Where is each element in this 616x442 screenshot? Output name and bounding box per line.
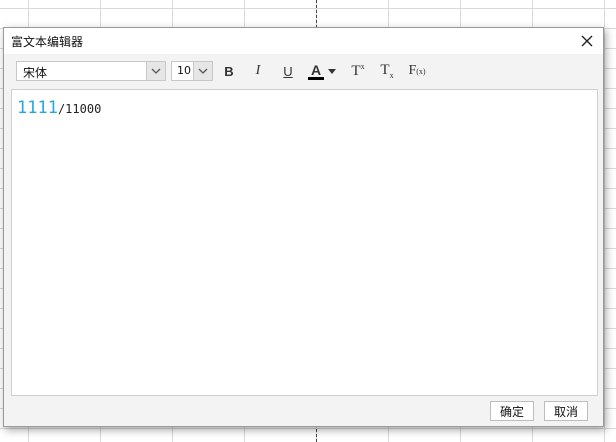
- bold-button[interactable]: B: [218, 60, 240, 82]
- font-family-value: 宋体: [23, 66, 48, 80]
- font-size-select[interactable]: 10: [171, 61, 213, 81]
- subscript-icon: Tx: [380, 62, 394, 80]
- dialog-title: 富文本编辑器: [11, 35, 84, 49]
- ok-button[interactable]: 确定: [490, 401, 534, 421]
- cancel-button[interactable]: 取消: [544, 401, 588, 421]
- formula-button[interactable]: F(x): [404, 60, 430, 82]
- italic-button[interactable]: I: [247, 60, 269, 82]
- superscript-button[interactable]: Tx: [347, 60, 369, 82]
- italic-icon: I: [255, 63, 261, 78]
- font-color-swatch: [308, 77, 324, 80]
- close-icon: [581, 35, 593, 47]
- font-color-button[interactable]: A: [304, 60, 328, 82]
- highlighted-number: 1111: [17, 98, 58, 118]
- editor-content: 1111/11000: [17, 98, 101, 118]
- subscript-button[interactable]: Tx: [376, 60, 398, 82]
- font-color-icon: A: [310, 62, 322, 78]
- superscript-icon: Tx: [351, 62, 365, 79]
- dialog-titlebar: 富文本编辑器: [4, 28, 603, 54]
- underline-icon: U: [283, 63, 293, 79]
- caret-down-icon: [328, 68, 336, 74]
- close-button[interactable]: [577, 31, 597, 51]
- font-family-select[interactable]: 宋体: [16, 61, 166, 81]
- font-size-value: 10: [177, 64, 191, 77]
- rich-text-editor-dialog: 富文本编辑器 宋体 10 B I U A Tx Tx F(x) 1111/110…: [3, 27, 604, 427]
- rich-text-area[interactable]: 1111/11000: [11, 89, 598, 396]
- font-color-dropdown[interactable]: [326, 60, 338, 82]
- bold-icon: B: [224, 63, 234, 79]
- chevron-down-icon[interactable]: [193, 62, 212, 80]
- formula-icon: F(x): [408, 63, 426, 78]
- chevron-down-icon[interactable]: [146, 62, 165, 80]
- underline-button[interactable]: U: [277, 60, 299, 82]
- formatting-toolbar: 宋体 10 B I U A Tx Tx F(x): [4, 56, 603, 86]
- editor-rest-text: /11000: [57, 102, 102, 116]
